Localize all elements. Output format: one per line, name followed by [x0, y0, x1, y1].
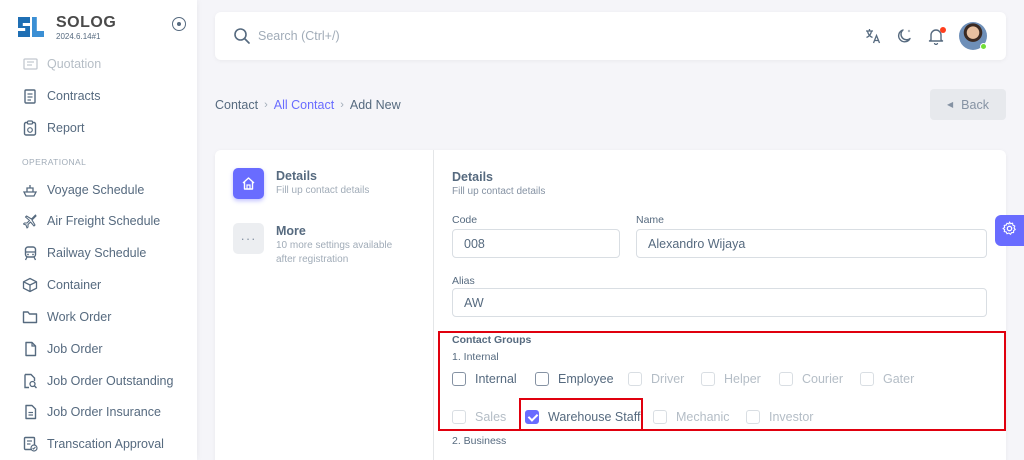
chevron-right-icon: ›: [264, 99, 268, 111]
sidebar-item-air-freight-schedule[interactable]: Air Freight Schedule: [22, 211, 160, 231]
chevron-right-icon: ›: [340, 99, 344, 111]
code-label: Code: [452, 214, 478, 226]
notification-bell-icon[interactable]: [925, 25, 947, 47]
sidebar-item-work-order[interactable]: Work Order: [22, 307, 111, 327]
wizard-steps: Details Fill up contact details ··· More…: [215, 150, 434, 460]
plane-icon: [22, 213, 38, 229]
breadcrumb-root[interactable]: Contact: [215, 98, 258, 112]
step-more[interactable]: ··· More 10 more settings available afte…: [233, 223, 406, 267]
online-status-indicator: [980, 43, 987, 50]
search-input[interactable]: [258, 26, 558, 46]
alias-label: Alias: [452, 275, 475, 287]
sidebar-item-label: Report: [47, 121, 85, 135]
business-group-label: 2. Business: [452, 435, 507, 447]
sidebar-item-quotation[interactable]: Quotation: [22, 54, 101, 74]
breadcrumb-current: Add New: [349, 98, 401, 112]
brand-name: SOLOG: [56, 14, 117, 31]
sidebar-item-label: Air Freight Schedule: [47, 214, 161, 228]
sidebar-item-label: Quotation: [47, 57, 102, 71]
file-search-icon: [22, 373, 38, 389]
sidebar-item-report[interactable]: Report: [22, 118, 85, 138]
sidebar-item-job-order[interactable]: Job Order: [22, 339, 103, 359]
chevron-left-icon: ◀: [947, 100, 954, 109]
sidebar: SOLOG 2024.6.14#1 Quotation Contracts Re…: [0, 0, 197, 460]
sidebar-item-job-order-insurance[interactable]: Job Order Insurance: [22, 402, 161, 422]
sidebar-item-label: Job Order Outstanding: [47, 374, 174, 388]
sidebar-item-label: Voyage Schedule: [47, 183, 145, 197]
code-field[interactable]: 008: [452, 229, 620, 258]
alias-field[interactable]: AW: [452, 288, 987, 317]
sidebar-item-transaction-approval[interactable]: Transcation Approval: [22, 434, 164, 454]
sidebar-section-operational: OPERATIONAL: [22, 157, 87, 167]
sidebar-item-container[interactable]: Container: [22, 275, 101, 295]
back-button[interactable]: ◀ Back: [930, 89, 1006, 120]
dark-mode-icon[interactable]: [894, 25, 916, 47]
file-text-icon: [22, 404, 38, 420]
solog-logo: [18, 13, 46, 43]
sidebar-item-railway-schedule[interactable]: Railway Schedule: [22, 243, 146, 263]
sidebar-item-label: Job Order: [47, 342, 103, 356]
sidebar-item-label: Job Order Insurance: [47, 405, 161, 419]
step-title: More: [276, 224, 306, 238]
sidebar-item-job-order-outstanding[interactable]: Job Order Outstanding: [22, 371, 173, 391]
search-icon: [233, 27, 251, 45]
sidebar-item-contracts[interactable]: Contracts: [22, 86, 101, 106]
warehouse-staff-highlight: [519, 398, 643, 431]
home-icon: [233, 168, 264, 199]
form-title: Details: [452, 170, 493, 184]
sidebar-item-label: Railway Schedule: [47, 246, 147, 260]
name-label: Name: [636, 214, 665, 226]
brand[interactable]: SOLOG 2024.6.14#1: [0, 0, 197, 56]
box-icon: [22, 277, 38, 293]
contract-icon: [22, 88, 38, 104]
breadcrumb-all-contact-link[interactable]: All Contact: [274, 98, 334, 112]
file-icon: [22, 341, 38, 357]
form-subtitle: Fill up contact details: [452, 186, 546, 197]
brand-version: 2024.6.14#1: [56, 32, 101, 41]
customizer-gear-button[interactable]: [995, 215, 1024, 246]
step-details[interactable]: Details Fill up contact details: [233, 168, 406, 199]
report-icon: [22, 120, 38, 136]
more-dots-icon: ···: [233, 223, 264, 254]
approval-icon: [22, 436, 38, 452]
ship-icon: [22, 182, 38, 198]
translate-icon[interactable]: [862, 25, 884, 47]
train-icon: [22, 245, 38, 261]
sidebar-item-label: Work Order: [47, 310, 112, 324]
step-subtitle: 10 more settings available after registr…: [276, 240, 393, 265]
notification-dot: [940, 27, 946, 33]
quotation-icon: [22, 56, 38, 72]
name-field[interactable]: Alexandro Wijaya: [636, 229, 987, 258]
top-navbar: [215, 12, 1006, 60]
gear-icon: [1002, 220, 1017, 241]
sidebar-item-label: Contracts: [47, 89, 101, 103]
sidebar-collapse-icon[interactable]: [172, 17, 186, 31]
sidebar-item-label: Transcation Approval: [47, 437, 164, 451]
back-button-label: Back: [961, 97, 989, 112]
breadcrumb: Contact › All Contact › Add New: [215, 98, 401, 112]
folder-icon: [22, 309, 38, 325]
sidebar-item-label: Container: [47, 278, 102, 292]
step-subtitle: Fill up contact details: [276, 185, 370, 196]
step-title: Details: [276, 169, 317, 183]
sidebar-item-voyage-schedule[interactable]: Voyage Schedule: [22, 180, 144, 200]
